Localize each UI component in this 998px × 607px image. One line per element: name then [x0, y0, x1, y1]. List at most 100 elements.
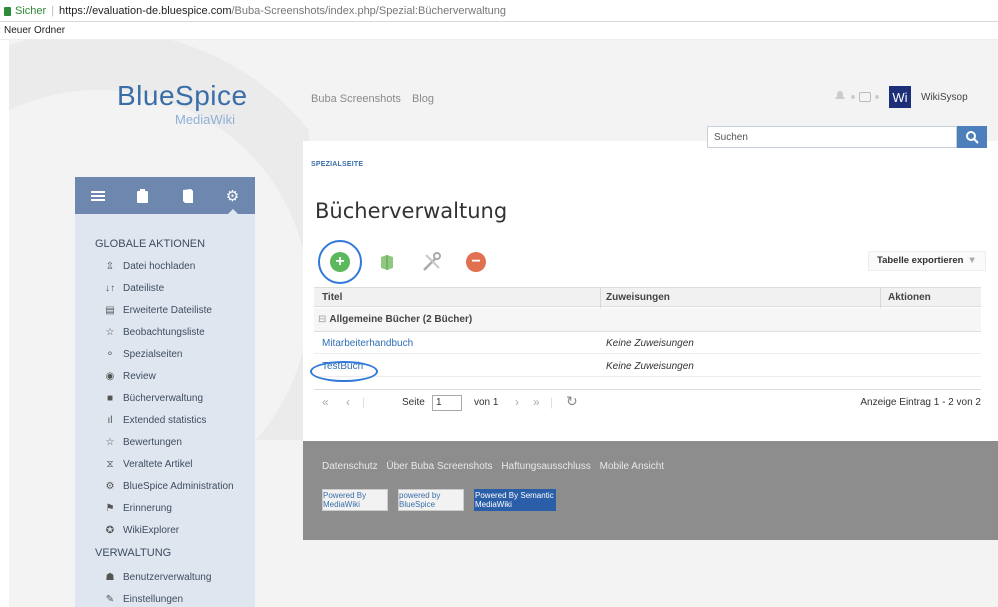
delete-book-button[interactable]: −	[466, 252, 486, 272]
sidebar-item-label: Beobachtungsliste	[123, 326, 205, 338]
sidebar-item-label: Erweiterte Dateiliste	[123, 304, 212, 316]
pager-separator: |	[362, 395, 366, 409]
explorer-icon: ✪	[105, 524, 115, 536]
table-row[interactable]: Mitarbeiterhandbuch Keine Zuweisungen	[314, 333, 981, 354]
last-page-icon[interactable]: »	[533, 395, 540, 409]
page-count: von 1	[474, 397, 499, 408]
sidebar-item-book-manager[interactable]: ■ Bücherverwaltung	[103, 391, 203, 405]
sidebar-item-label: Dateiliste	[123, 282, 165, 294]
address-bar[interactable]: Sicher | https://evaluation-de.bluespice…	[0, 0, 998, 22]
logo-text: BlueSpice	[117, 80, 248, 111]
sidebar-item-wikiexplorer[interactable]: ✪ WikiExplorer	[103, 523, 179, 537]
sidebar-item-upload[interactable]: ⇫ Datei hochladen	[103, 259, 195, 273]
tab-global-actions[interactable]: ⚙	[210, 177, 255, 214]
sidebar-item-filelist[interactable]: ↓↑ Dateiliste	[103, 281, 164, 295]
search-button[interactable]	[957, 126, 987, 148]
sidebar-item-label: Benutzerverwaltung	[123, 571, 212, 583]
export-label: Tabelle exportieren	[877, 255, 964, 266]
sidebar-item-watchlist[interactable]: ☆ Beobachtungsliste	[103, 325, 205, 339]
nodes-icon: ⚬	[105, 348, 115, 360]
footer-link-disclaimer[interactable]: Haftungsausschluss	[501, 461, 591, 472]
sidebar-item-label: Bewertungen	[123, 436, 182, 448]
tab-navigation[interactable]	[75, 177, 120, 214]
settings-button[interactable]	[421, 252, 441, 272]
avatar[interactable]: Wi	[889, 86, 911, 108]
sidebar-item-outdated-articles[interactable]: ⧖ Veraltete Artikel	[103, 457, 192, 471]
mediawiki-badge[interactable]: Powered By MediaWiki	[322, 489, 388, 511]
topnav-link-buba[interactable]: Buba Screenshots	[311, 93, 401, 105]
admin-heading: VERWALTUNG	[95, 547, 172, 559]
page-title: Bücherverwaltung	[315, 199, 508, 223]
collapse-icon[interactable]: ⊟	[318, 314, 326, 325]
semantic-mediawiki-badge[interactable]: Powered By Semantic MediaWiki	[474, 489, 556, 511]
list-box-icon: ▤	[105, 304, 115, 316]
sidebar-item-review[interactable]: ◉ Review	[103, 369, 156, 383]
add-book-button[interactable]: +	[330, 252, 350, 272]
first-page-icon[interactable]: «	[322, 395, 329, 409]
sidebar-item-ratings[interactable]: ☆ Bewertungen	[103, 435, 182, 449]
edit-book-button[interactable]	[377, 252, 397, 272]
user-bar: Wi WikiSysop	[833, 86, 968, 108]
footer-links: Datenschutz Über Buba Screenshots Haftun…	[322, 461, 670, 472]
eye-icon: ◉	[105, 370, 115, 382]
bluespice-logo[interactable]: BlueSpice MediaWiki	[117, 80, 248, 127]
wrench-icon: ✎	[105, 593, 115, 605]
book-title-link[interactable]: Mitarbeiterhandbuch	[322, 338, 413, 349]
assignment-value: Keine Zuweisungen	[606, 338, 694, 349]
address-separator: |	[51, 4, 55, 17]
footer-link-about[interactable]: Über Buba Screenshots	[386, 461, 492, 472]
pagination-bar: « ‹ | Seite 1 von 1 › » | ↻ Anzeige Eint…	[314, 389, 981, 415]
bluespice-badge[interactable]: powered by BlueSpice	[398, 489, 464, 511]
badge-label: Powered By Semantic MediaWiki	[475, 491, 554, 509]
footer-link-privacy[interactable]: Datenschutz	[322, 461, 378, 472]
column-assignments[interactable]: Zuweisungen	[606, 292, 670, 303]
entry-summary: Anzeige Eintrag 1 - 2 von 2	[860, 397, 981, 408]
sidebar-item-user-manager[interactable]: ☗ Benutzerverwaltung	[103, 570, 212, 584]
table-row[interactable]: TestBuch Keine Zuweisungen	[314, 356, 981, 377]
page-number-input[interactable]: 1	[432, 395, 462, 411]
sidebar-item-extended-filelist[interactable]: ▤ Erweiterte Dateiliste	[103, 303, 212, 317]
sidebar-item-settings[interactable]: ✎ Einstellungen	[103, 592, 183, 606]
sidebar-item-label: Veraltete Artikel	[123, 458, 193, 470]
column-title[interactable]: Titel	[322, 292, 342, 303]
sidebar-item-bluespice-admin[interactable]: ⚙ BlueSpice Administration	[103, 479, 234, 493]
footer-link-mobile[interactable]: Mobile Ansicht	[600, 461, 664, 472]
global-actions-heading: GLOBALE AKTIONEN	[95, 238, 206, 250]
search-icon	[966, 131, 979, 144]
username[interactable]: WikiSysop	[921, 92, 968, 103]
messages-icon[interactable]	[859, 92, 871, 102]
tools-icon	[423, 252, 441, 271]
pager-separator: |	[550, 395, 554, 409]
book-icon: ■	[106, 392, 114, 404]
sidebar-item-special-pages[interactable]: ⚬ Spezialseiten	[103, 347, 183, 361]
sidebar-item-reminder[interactable]: ⚑ Erinnerung	[103, 501, 172, 515]
group-header-row[interactable]: ⊟ Allgemeine Bücher (2 Bücher)	[314, 308, 981, 332]
search-input[interactable]: Suchen	[707, 126, 957, 148]
sidebar-item-label: Datei hochladen	[123, 260, 196, 272]
prev-page-icon[interactable]: ‹	[346, 395, 350, 409]
sidebar-item-label: Extended statistics	[123, 414, 207, 426]
bookmark-folder[interactable]: Neuer Ordner	[4, 25, 65, 36]
export-table-button[interactable]: Tabelle exportieren ▼	[868, 251, 986, 271]
minus-icon: −	[471, 253, 481, 270]
next-page-icon[interactable]: ›	[515, 395, 519, 409]
notifications-icon[interactable]	[833, 88, 847, 106]
star-icon: ☆	[105, 326, 115, 338]
bookmarks-bar: Neuer Ordner	[0, 22, 998, 40]
column-actions[interactable]: Aktionen	[888, 292, 931, 303]
topnav-link-blog[interactable]: Blog	[412, 93, 434, 105]
top-navigation: Buba Screenshots Blog	[311, 93, 442, 105]
tab-page-tools[interactable]	[120, 177, 165, 214]
gear-icon: ⚙	[105, 480, 115, 492]
book-open-icon	[381, 255, 393, 270]
tab-books[interactable]	[165, 177, 210, 214]
grid-header: Titel Zuweisungen Aktionen	[314, 287, 981, 308]
notification-indicator	[851, 95, 855, 99]
refresh-icon[interactable]: ↻	[566, 393, 578, 410]
message-indicator	[875, 95, 879, 99]
sidebar-tabbar: ⚙	[75, 177, 255, 214]
lock-icon	[4, 7, 11, 16]
column-divider	[600, 288, 601, 308]
url-path: /Buba-Screenshots/index.php/Spezial:Büch…	[231, 4, 507, 17]
sidebar-item-extended-statistics[interactable]: ıl Extended statistics	[103, 413, 207, 427]
